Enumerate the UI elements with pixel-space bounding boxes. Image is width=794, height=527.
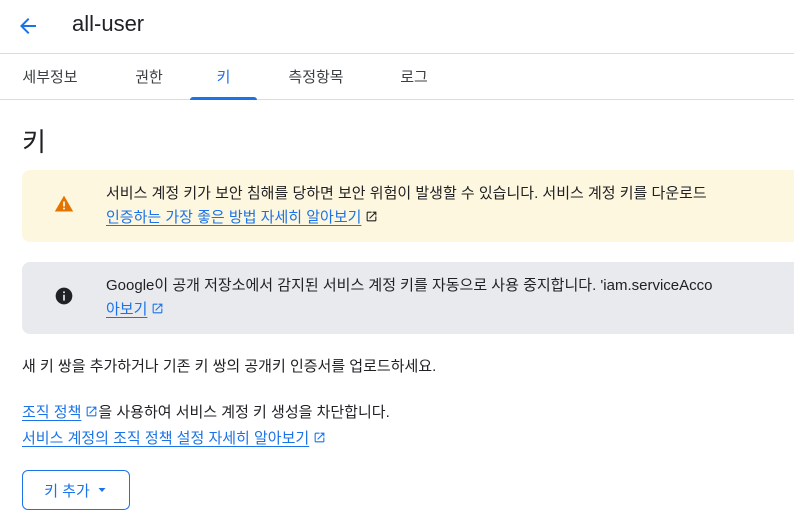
external-link-icon (367, 211, 377, 222)
section-title: 키 (22, 127, 46, 157)
add-key-button[interactable]: 키 추가 (22, 470, 130, 510)
policy-text: 을 사용하여 서비스 계정 키 생성을 차단합니다. (98, 404, 390, 421)
page-title: all-user (72, 11, 145, 36)
tab-metrics[interactable]: 측정항목 (268, 54, 364, 99)
info-banner: Google이 공개 저장소에서 감지된 서비스 계정 키를 자동으로 사용 중… (22, 262, 794, 334)
tab-details[interactable]: 세부정보 (4, 54, 96, 99)
add-key-label: 키 추가 (44, 482, 90, 500)
org-policy-learn-more-link[interactable]: 서비스 계정의 조직 정책 설정 자세히 알아보기 (22, 430, 309, 447)
warning-text-block: 서비스 계정 키가 보안 침해를 당하면 보안 위험이 발생할 수 있습니다. … (106, 182, 794, 230)
caret-down-icon (98, 488, 106, 492)
tab-logs[interactable]: 로그 (376, 54, 452, 99)
app-header: all-user (0, 0, 794, 54)
info-learn-more-link[interactable]: 아보기 (106, 301, 147, 318)
info-text-block: Google이 공개 저장소에서 감지된 서비스 계정 키를 자동으로 사용 중… (106, 274, 794, 322)
external-link-icon (314, 432, 325, 443)
warning-learn-more-link[interactable]: 인증하는 가장 좋은 방법 자세히 알아보기 (106, 209, 361, 226)
back-button[interactable] (10, 8, 46, 44)
tab-bar: 세부정보 권한 키 측정항목 로그 (0, 54, 794, 100)
tab-keys[interactable]: 키 (190, 54, 257, 100)
arrow-back-icon (20, 18, 36, 34)
info-text: Google이 공개 저장소에서 감지된 서비스 계정 키를 자동으로 사용 중… (106, 277, 713, 294)
info-icon (55, 287, 73, 305)
keys-description: 새 키 쌍을 추가하거나 기존 키 쌍의 공개키 인증서를 업로드하세요. (22, 358, 437, 375)
warning-icon (54, 195, 74, 212)
external-link-icon (87, 406, 97, 417)
policy-text-block: 조직 정책 을 사용하여 서비스 계정 키 생성을 차단합니다. 서비스 계정의 … (22, 400, 390, 452)
tab-permissions[interactable]: 권한 (108, 54, 190, 99)
external-link-icon (153, 303, 163, 314)
org-policy-link[interactable]: 조직 정책 (22, 404, 81, 421)
warning-text: 서비스 계정 키가 보안 침해를 당하면 보안 위험이 발생할 수 있습니다. … (106, 185, 707, 202)
warning-banner: 서비스 계정 키가 보안 침해를 당하면 보안 위험이 발생할 수 있습니다. … (22, 170, 794, 242)
